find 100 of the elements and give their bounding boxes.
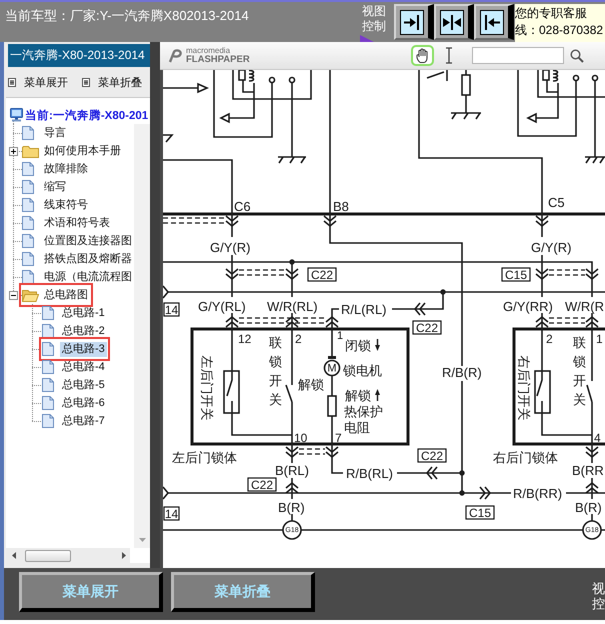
page-icon xyxy=(42,414,54,428)
tree-item[interactable]: 故障排除 xyxy=(22,160,90,178)
text-select-tool-button[interactable] xyxy=(443,45,455,66)
dashed-wire xyxy=(548,317,586,324)
view-mode-button[interactable] xyxy=(434,4,474,40)
list-icon xyxy=(82,78,90,86)
tree-item[interactable]: 总电路-6 xyxy=(42,394,107,412)
tree-item[interactable]: 搭铁点图及熔断器 xyxy=(22,250,134,268)
tree-item[interactable]: 术语和符号表 xyxy=(22,214,112,232)
connector-tag: C22 xyxy=(417,448,447,463)
collapse-toggle-icon[interactable] xyxy=(9,290,18,300)
ground-icon xyxy=(163,134,174,143)
pin-number: 1 xyxy=(337,330,344,342)
up-arrow-icon xyxy=(375,389,380,401)
door-switch-icon xyxy=(223,370,240,414)
view-mode-button[interactable] xyxy=(474,4,514,40)
connector-tag: C22 xyxy=(412,320,442,335)
tree-item[interactable]: 总电路-1 xyxy=(42,304,107,322)
connector-icon xyxy=(325,316,339,328)
wire-label: R/B(R) xyxy=(442,365,482,380)
hand-tool-button[interactable] xyxy=(411,45,434,66)
motor-note: 解锁 xyxy=(345,388,371,403)
dashed-wire xyxy=(548,269,586,276)
tree-item[interactable]: 总电路-2 xyxy=(42,322,107,340)
page-icon xyxy=(42,342,54,356)
connector-tag: C15 xyxy=(501,267,531,282)
list-icon xyxy=(8,78,16,86)
tree-item[interactable]: 如何使用本手册 xyxy=(22,142,123,160)
connector-icon xyxy=(163,486,170,500)
view-control-label: 视 xyxy=(592,581,605,596)
scroll-right-icon[interactable] xyxy=(122,552,126,559)
tree-item[interactable]: 总电路-7 xyxy=(42,412,107,430)
vehicle-model-title: 当前车型：厂家:Y-一汽奔腾X802013-2014 xyxy=(4,7,250,25)
page-icon xyxy=(22,216,34,230)
contact-icon xyxy=(288,76,296,84)
ground-icon xyxy=(450,112,482,120)
connector-icon xyxy=(285,446,299,458)
view-control-label: 控制 xyxy=(362,19,386,34)
connector-icon xyxy=(585,446,599,458)
relay-coil-icon xyxy=(238,70,254,82)
page-icon xyxy=(22,180,34,194)
interlock-switch-label: 联锁开关 xyxy=(573,334,586,409)
wire-label: R/B(RL) xyxy=(346,466,393,481)
horizontal-scrollbar[interactable] xyxy=(6,548,130,563)
tree-item[interactable]: 位置图及连接器图 xyxy=(22,232,134,250)
arrow-icon xyxy=(219,83,255,124)
tree-item[interactable]: 缩写 xyxy=(22,178,68,196)
motor-note: 锁电机 xyxy=(343,363,382,378)
connector-icon xyxy=(225,268,239,280)
wire-label: B(RL) xyxy=(275,463,309,478)
door-switch-label: 左后门开关 xyxy=(200,356,214,420)
tree-item[interactable]: 导言 xyxy=(22,124,68,142)
motor-note: 闭锁 xyxy=(345,338,371,353)
connector-tag: C22 xyxy=(247,477,277,492)
page-icon xyxy=(42,396,54,410)
resistor-icon xyxy=(327,395,337,417)
pin-number: 1 xyxy=(596,332,603,346)
dashed-wire xyxy=(238,269,286,276)
tree-item[interactable]: 总电路-4 xyxy=(42,358,107,376)
wire-label: B(R) xyxy=(575,500,602,515)
connector-tag: 14 xyxy=(163,302,180,317)
page-icon xyxy=(42,378,54,392)
relay-coil-icon xyxy=(542,70,558,82)
expand-menu-button[interactable]: 菜单展开 xyxy=(8,74,68,90)
tree-item[interactable]: 线束符号 xyxy=(22,196,90,214)
down-arrow-icon xyxy=(375,339,380,351)
page-icon xyxy=(22,198,34,212)
triangle-icon xyxy=(360,35,374,42)
wire-label: R/L(RL) xyxy=(341,302,387,317)
scroll-left-icon[interactable] xyxy=(12,552,16,559)
view-mode-button[interactable] xyxy=(394,4,434,40)
wire-label: G/Y(RL) xyxy=(198,299,246,314)
connector-icon xyxy=(535,215,549,228)
wire-label: W/R(R xyxy=(565,299,604,314)
switch-note: 解锁 xyxy=(298,377,324,392)
tree-item[interactable]: 电源（电流流程图 xyxy=(22,268,134,286)
search-field[interactable] xyxy=(472,47,564,64)
connector-icon xyxy=(535,316,549,328)
connector-icon xyxy=(585,482,599,494)
text-cursor-icon xyxy=(445,47,453,64)
page-icon xyxy=(22,126,34,140)
connector-icon xyxy=(225,316,239,328)
pin-number: 2 xyxy=(295,332,302,346)
contact-icon xyxy=(268,76,276,84)
ground-icon xyxy=(277,156,307,164)
connector-icon xyxy=(585,316,599,328)
logo-caption: macromedia xyxy=(186,46,230,55)
tree-root-label: 当前:一汽奔腾-X80-201 xyxy=(25,108,148,122)
collapse-menu-button[interactable]: 菜单折叠 xyxy=(82,74,142,90)
wire-label: R/B(RR) xyxy=(513,486,562,501)
pin-number: 10 xyxy=(294,431,308,445)
ground-icon xyxy=(584,156,605,164)
arrow-from-bar-icon xyxy=(480,10,504,34)
tree-item[interactable]: 总电路-5 xyxy=(42,376,107,394)
search-icon[interactable] xyxy=(570,48,584,62)
expand-toggle-icon[interactable] xyxy=(9,146,18,156)
page-icon xyxy=(22,234,34,248)
open-folder-icon xyxy=(22,288,39,302)
vertical-scrollbar[interactable] xyxy=(134,124,150,548)
scrollbar-thumb[interactable] xyxy=(25,550,71,562)
